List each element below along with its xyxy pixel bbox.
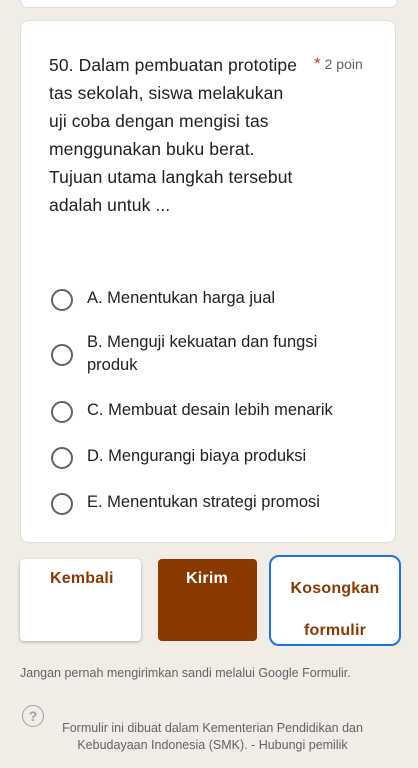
option-label: C. Membuat desain lebih menarik (87, 401, 333, 419)
radio-unchecked-icon[interactable] (51, 289, 73, 311)
submit-button[interactable]: Kirim (158, 559, 257, 641)
clear-form-button-label: Kosongkan formulir (290, 580, 380, 639)
radio-unchecked-icon[interactable] (51, 447, 73, 469)
points-label: 2 poin (324, 56, 363, 72)
radio-unchecked-icon[interactable] (51, 493, 73, 515)
question-text: 50. Dalam pembuatan prototipe tas sekola… (49, 55, 298, 215)
footer: Formulir ini dibuat dalam Kementerian Pe… (40, 720, 385, 754)
required-asterisk: * (314, 54, 321, 73)
option-label: A. Menentukan harga jual (87, 289, 276, 307)
contact-owner-link[interactable]: Hubungi pemilik (259, 738, 348, 752)
clear-form-button[interactable]: Kosongkan formulir (269, 555, 401, 646)
option-label: D. Mengurangi biaya produksi (87, 447, 307, 465)
back-button-label: Kembali (50, 570, 114, 587)
previous-question-card (20, 0, 398, 8)
radio-unchecked-icon[interactable] (51, 401, 73, 423)
submit-button-label: Kirim (186, 570, 228, 587)
password-warning: Jangan pernah mengirimkan sandi melalui … (20, 666, 351, 680)
option-label: B. Menguji kekuatan dan fungsi produk (87, 333, 318, 374)
question-header: 50. Dalam pembuatan prototipe tas sekola… (49, 51, 389, 219)
option-label: E. Menentukan strategi promosi (87, 493, 320, 511)
radio-unchecked-icon[interactable] (51, 344, 73, 366)
question-points: * 2 poin (314, 54, 399, 74)
back-button[interactable]: Kembali (20, 559, 141, 641)
question-card: 50. Dalam pembuatan prototipe tas sekola… (20, 20, 396, 543)
